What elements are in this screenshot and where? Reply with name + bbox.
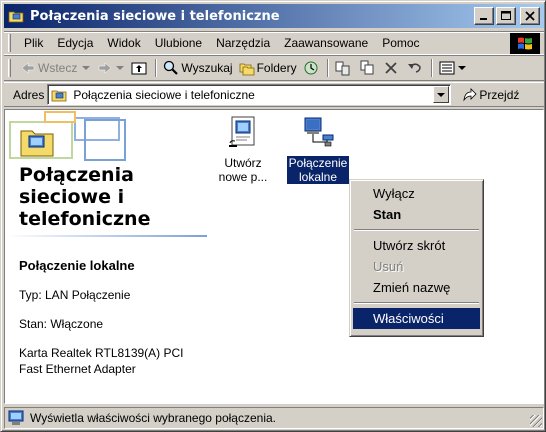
context-menu: Wyłącz Stan Utwórz skrót Usuń Zmień nazw… <box>349 179 484 337</box>
local-connection-icon-item[interactable]: Połączenie lokalne <box>283 116 353 184</box>
menu-zaawansowane[interactable]: Zaawansowane <box>277 36 375 50</box>
toolbar-grip[interactable] <box>8 59 11 77</box>
address-input[interactable]: Połączenia sieciowe i telefoniczne <box>47 84 452 105</box>
address-folder-icon <box>51 87 67 103</box>
ctx-create-shortcut[interactable]: Utwórz skrót <box>353 235 480 256</box>
views-button[interactable] <box>436 60 470 76</box>
maximize-button[interactable] <box>496 7 516 25</box>
selected-connection-name: Połączenie lokalne <box>19 258 135 273</box>
copy-to-button[interactable] <box>356 60 380 76</box>
side-divider <box>5 235 207 237</box>
search-label: Wyszukaj <box>181 61 233 75</box>
views-icon <box>439 60 455 76</box>
network-connection-icon <box>283 116 353 153</box>
menu-plik[interactable]: Plik <box>17 36 50 50</box>
side-panel-title: Połączenia sieciowe i telefoniczne <box>19 164 151 230</box>
up-folder-button[interactable] <box>128 60 152 76</box>
search-icon <box>163 60 179 76</box>
maximize-icon <box>501 11 511 20</box>
status-bar: Wyświetla właściwości wybranego połączen… <box>4 407 544 429</box>
status-text: Wyświetla właściwości wybranego połączen… <box>30 411 276 425</box>
menu-bar: Plik Edycja Widok Ulubione Narzędzia Zaa… <box>4 31 544 55</box>
connection-status: Stan: Włączone <box>19 317 104 331</box>
resize-grip[interactable] <box>530 415 542 427</box>
folders-icon <box>239 60 255 76</box>
standard-toolbar: Wstecz Wyszukaj Foldery <box>4 56 544 81</box>
ctx-separator <box>354 229 479 231</box>
address-label: Adres <box>13 87 45 102</box>
toolbar-separator <box>430 59 433 77</box>
ctx-separator <box>354 302 479 304</box>
undo-icon <box>407 60 423 76</box>
menu-ulubione[interactable]: Ulubione <box>148 36 209 50</box>
forward-arrow-icon <box>97 60 113 76</box>
minimize-icon <box>480 18 487 20</box>
status-computer-icon <box>8 410 24 426</box>
ctx-rename[interactable]: Zmień nazwę <box>353 277 480 298</box>
toolbar-separator <box>326 59 329 77</box>
views-dropdown-icon <box>457 66 466 70</box>
address-bar: Adres Połączenia sieciowe i telefoniczne… <box>4 82 544 107</box>
menubar-grip[interactable] <box>8 34 11 52</box>
search-button[interactable]: Wyszukaj <box>160 60 235 76</box>
menu-edycja[interactable]: Edycja <box>50 36 100 50</box>
close-icon <box>525 11 535 21</box>
copy-to-icon <box>359 60 375 76</box>
adapter-line-2: Fast Ethernet Adapter <box>19 362 136 376</box>
ctx-delete: Usuń <box>373 259 404 274</box>
local-connection-label: Połączenie lokalne <box>286 156 350 184</box>
menu-widok[interactable]: Widok <box>100 36 147 50</box>
chevron-down-icon <box>437 92 446 97</box>
back-label: Wstecz <box>38 61 78 75</box>
folders-label: Foldery <box>256 61 297 75</box>
history-button[interactable] <box>300 60 324 76</box>
connection-type: Typ: LAN Połączenie <box>19 288 131 302</box>
address-value: Połączenia sieciowe i telefoniczne <box>73 87 255 102</box>
history-icon <box>303 60 319 76</box>
menu-pomoc[interactable]: Pomoc <box>375 36 426 50</box>
adapter-line-1: Karta Realtek RTL8139(A) PCI <box>19 346 184 360</box>
back-arrow-icon <box>20 60 36 76</box>
delete-x-icon <box>383 60 399 76</box>
delete-button[interactable] <box>380 60 404 76</box>
move-to-button[interactable] <box>332 60 356 76</box>
up-folder-icon <box>131 60 147 76</box>
ctx-disable[interactable]: Wyłącz <box>353 183 480 204</box>
go-arrow-icon <box>461 87 477 103</box>
close-button[interactable] <box>520 7 540 25</box>
menu-narzedzia[interactable]: Narzędzia <box>209 36 277 50</box>
new-connection-icon-item[interactable]: Utwórz nowe p... <box>208 116 278 184</box>
back-button[interactable]: Wstecz <box>17 60 94 76</box>
toolbar-separator <box>155 59 158 77</box>
minimize-button[interactable] <box>474 7 494 25</box>
address-dropdown-button[interactable] <box>433 86 450 103</box>
title-bar[interactable]: Połączenia sieciowe i telefoniczne <box>4 4 544 28</box>
network-folder-icon <box>8 8 24 24</box>
ctx-properties[interactable]: Właściwości <box>353 308 480 329</box>
back-dropdown-icon <box>82 66 91 70</box>
go-button[interactable]: Przejdź <box>461 87 519 103</box>
undo-button[interactable] <box>404 60 428 76</box>
folders-button[interactable]: Foldery <box>236 60 300 76</box>
network-folder-large-icon <box>20 124 54 158</box>
new-connection-icon <box>208 116 278 153</box>
forward-button[interactable] <box>94 60 128 76</box>
forward-dropdown-icon <box>116 66 125 70</box>
windows-logo-icon <box>510 33 540 54</box>
explorer-window: Połączenia sieciowe i telefoniczne Plik … <box>0 0 546 432</box>
go-label: Przejdź <box>479 87 520 102</box>
new-connection-label: Utwórz nowe p... <box>218 156 268 184</box>
window-title: Połączenia sieciowe i telefoniczne <box>30 8 280 24</box>
move-to-icon <box>335 60 351 76</box>
ctx-status[interactable]: Stan <box>353 204 480 225</box>
